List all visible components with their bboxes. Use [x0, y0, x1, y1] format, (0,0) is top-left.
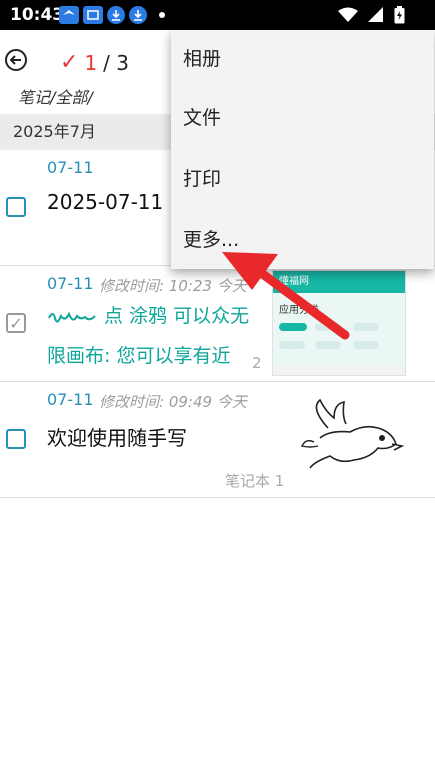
note-checkbox[interactable] [6, 197, 26, 217]
note-date: 07-11 [47, 274, 94, 293]
thumbnail-footer [273, 365, 405, 375]
handwriting-icon [48, 311, 96, 323]
note-checkbox[interactable] [6, 429, 26, 449]
popup-menu: 相册 文件 打印 更多... [171, 30, 434, 269]
back-button[interactable] [4, 48, 28, 72]
breadcrumb: 笔记/全部/ [18, 88, 93, 107]
total-count: / 3 [103, 50, 129, 75]
note-preview-line-2: 限画布: 您可以享有近 [47, 345, 231, 367]
empty-area [0, 498, 435, 773]
status-bar: 10:43 [0, 0, 435, 30]
note-modified-time: 修改时间: 10:23 今天 [99, 277, 247, 295]
wifi-icon [338, 7, 358, 22]
thumbnail-bar [315, 323, 341, 331]
thumbnail-bar [353, 323, 379, 331]
download-icon-2 [129, 6, 147, 24]
selection-count: ✓ 1 / 3 [60, 50, 129, 75]
note-title: 2025-07-11 [47, 190, 164, 214]
bird-doodle-icon [300, 398, 404, 469]
note-checkbox-checked[interactable]: ✓ [6, 313, 26, 333]
system-icons [338, 6, 405, 24]
back-arrow-icon [5, 49, 27, 71]
more-notifications-dot [159, 12, 165, 18]
bird-app-icon [59, 6, 79, 24]
thumbnail-bar [353, 341, 379, 349]
menu-item-file[interactable]: 文件 [171, 88, 434, 149]
download-icon [107, 6, 125, 24]
battery-icon [394, 6, 405, 24]
menu-item-print[interactable]: 打印 [171, 149, 434, 210]
status-time: 10:43 [10, 5, 65, 25]
menu-item-album[interactable]: 相册 [171, 30, 434, 88]
signal-icon [368, 7, 383, 22]
note-preview-line-1: 点 涂鸦 可以众无 [104, 305, 250, 327]
note-title: 欢迎使用随手写 [47, 426, 187, 450]
note-index: 2 [252, 354, 262, 372]
photo-app-icon [83, 6, 103, 24]
thumbnail-subtitle: 应用分类 [279, 305, 319, 316]
menu-item-more[interactable]: 更多... [171, 210, 434, 271]
note-date: 07-11 [47, 390, 94, 409]
thumbnail-bar [279, 323, 307, 331]
selected-count: 1 [84, 50, 98, 75]
note-modified-time: 修改时间: 09:49 今天 [99, 393, 247, 411]
note-thumbnail: 懂福网 应用分类 [272, 270, 406, 376]
checkmark-icon: ✓ [60, 50, 79, 75]
notebook-label: 笔记本 1 [225, 472, 285, 490]
thumbnail-bar [279, 341, 305, 349]
notification-icons [59, 6, 165, 24]
thumbnail-bar [315, 341, 341, 349]
thumbnail-header: 懂福网 [273, 271, 405, 293]
note-date: 07-11 [47, 158, 94, 177]
